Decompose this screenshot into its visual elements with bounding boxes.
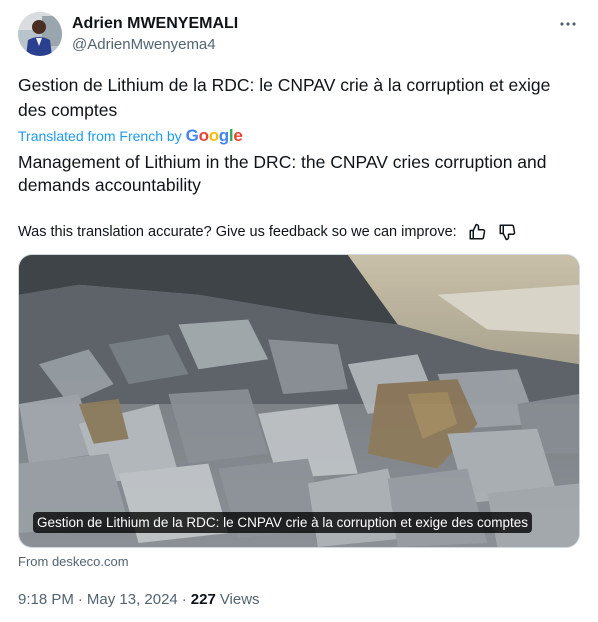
google-logo: Google — [185, 126, 243, 145]
media-caption: Gestion de Lithium de la RDC: le CNPAV c… — [33, 512, 532, 533]
translated-from-link[interactable]: Translated from French by Google — [18, 126, 243, 145]
author-info: Adrien MWENYEMALI @AdrienMwenyema4 — [72, 14, 238, 55]
feedback-prompt: Was this translation accurate? Give us f… — [18, 224, 457, 240]
tweet-time[interactable]: 9:18 PM — [18, 591, 74, 608]
author-display-name[interactable]: Adrien MWENYEMALI — [72, 14, 238, 34]
separator-dot: · — [181, 591, 187, 608]
tweet-text: Gestion de Lithium de la RDC: le CNPAV c… — [18, 75, 551, 120]
tweet-meta: 9:18 PM · May 13, 2024 · 227 Views — [18, 591, 260, 608]
separator-dot: · — [77, 591, 83, 608]
thumbs-down-icon[interactable] — [497, 222, 517, 242]
translated-label: Translated from French by — [18, 128, 182, 144]
link-card-image[interactable]: Gestion de Lithium de la RDC: le CNPAV c… — [18, 254, 580, 548]
views-count: 227 — [190, 591, 216, 608]
avatar[interactable] — [18, 12, 62, 56]
lithium-rocks-photo — [19, 255, 579, 547]
thumbs-up-icon[interactable] — [467, 222, 487, 242]
views-label: Views — [219, 591, 260, 608]
more-icon[interactable] — [556, 12, 580, 36]
translated-text: Management of Lithium in the DRC: the CN… — [18, 152, 547, 195]
tweet-date[interactable]: May 13, 2024 — [87, 591, 178, 608]
translation-feedback: Was this translation accurate? Give us f… — [18, 222, 578, 242]
media-source-link[interactable]: From deskeco.com — [18, 554, 129, 569]
author-handle[interactable]: @AdrienMwenyema4 — [72, 35, 238, 55]
tweet-header: Adrien MWENYEMALI @AdrienMwenyema4 — [18, 12, 580, 60]
